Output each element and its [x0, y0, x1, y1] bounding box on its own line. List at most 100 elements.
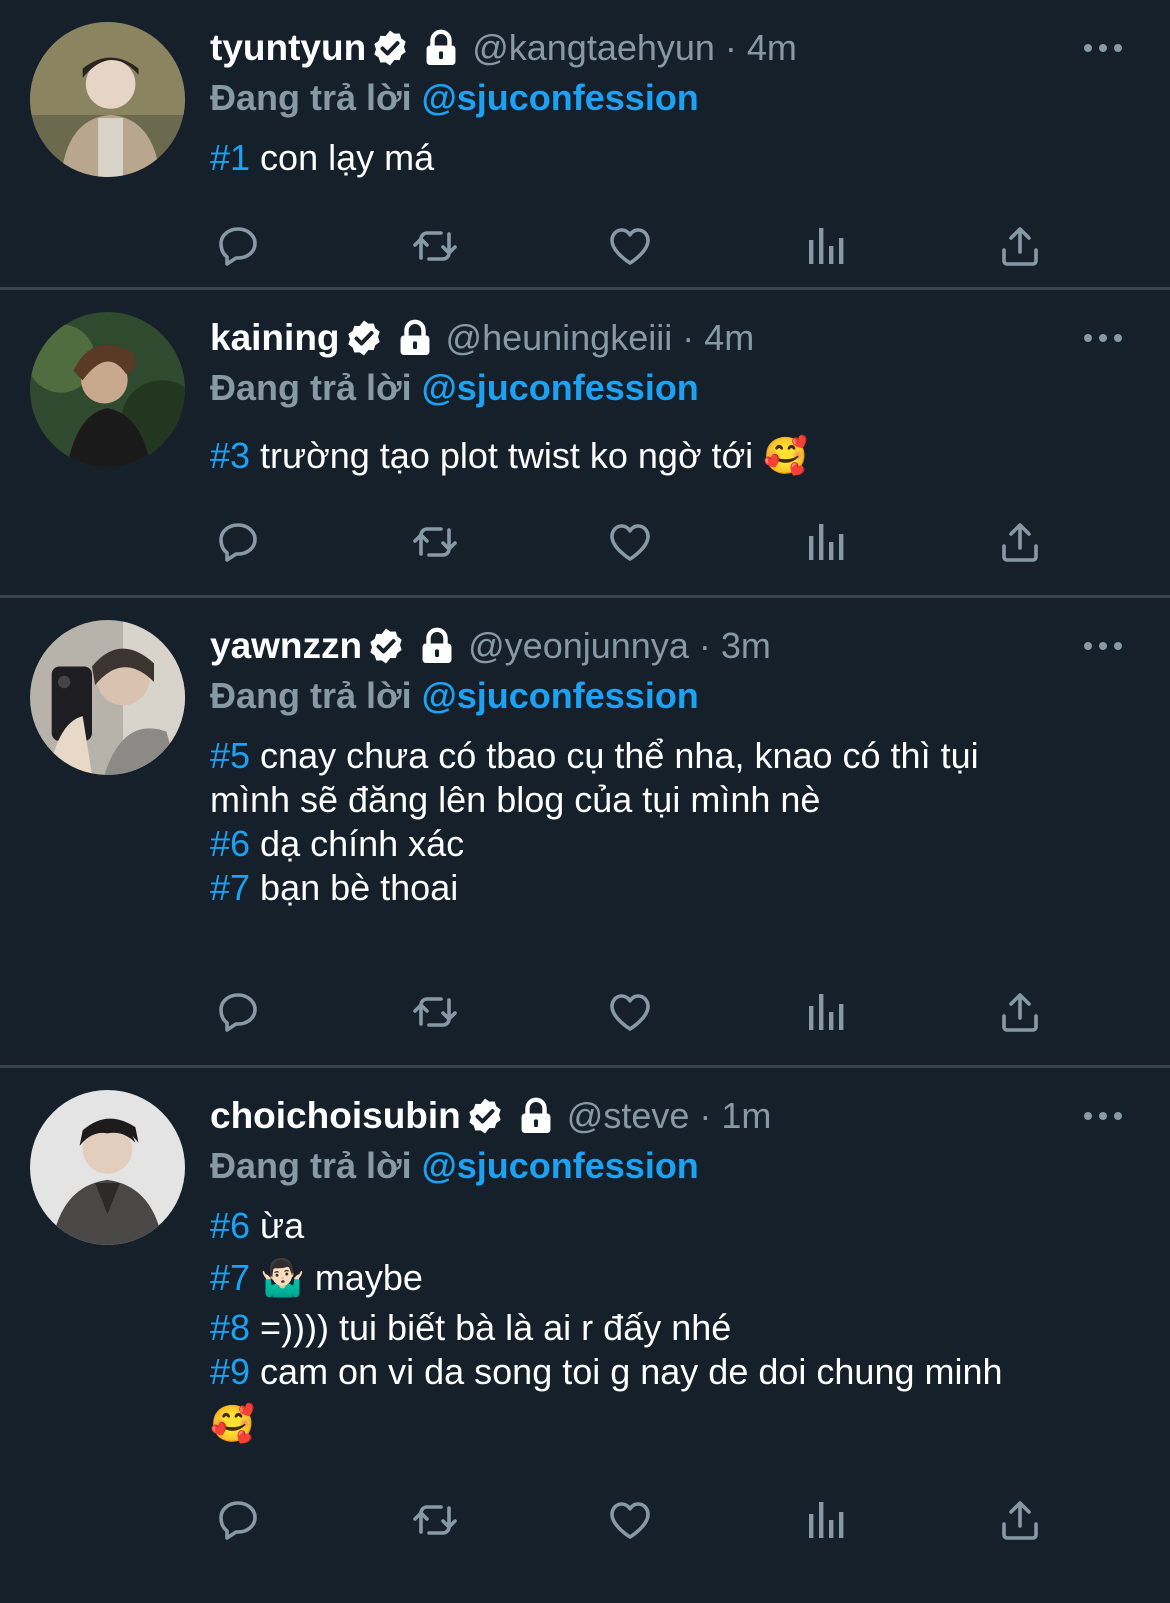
display-name[interactable]: choichoisubin — [210, 1095, 461, 1137]
more-button[interactable] — [1078, 1090, 1128, 1142]
line-text: =)))) tui biết bà là ai r đấy nhé — [250, 1307, 732, 1348]
verified-icon — [347, 320, 380, 356]
mention-link[interactable]: @sjuconfession — [422, 675, 699, 716]
mention-link[interactable]: @sjuconfession — [422, 1145, 699, 1186]
tweet-line: #5 cnay chưa có tbao cụ thể nha, knao có… — [210, 734, 1140, 778]
avatar[interactable] — [30, 620, 185, 775]
tweet-line: #1 con lạy má — [210, 136, 1140, 180]
like-icon — [610, 994, 650, 1031]
tweet-line: #3 trường tạo plot twist ko ngờ tới 🥰 — [210, 434, 1140, 478]
more-button[interactable] — [1078, 312, 1128, 364]
line-text: ừa — [250, 1205, 305, 1246]
retweet-icon — [413, 527, 457, 557]
tweet-text: #3 trường tạo plot twist ko ngờ tới 🥰 — [210, 434, 1140, 478]
tweet[interactable]: kaining @heuningkeiii · 4m Đang trả lời … — [0, 290, 1170, 598]
tweet-content: kaining @heuningkeiii · 4m Đang trả lời … — [210, 312, 1140, 478]
reply-button[interactable] — [210, 512, 270, 572]
tweet[interactable]: tyuntyun @kangtaehyun · 4m Đang trả lời … — [0, 0, 1170, 290]
line-text: trường tạo plot twist ko ngờ tới 🥰 — [250, 435, 808, 476]
share-button[interactable] — [990, 982, 1050, 1042]
like-button[interactable] — [600, 1490, 660, 1550]
timestamp[interactable]: · 1m — [699, 1095, 771, 1137]
retweet-button[interactable] — [405, 982, 465, 1042]
like-button[interactable] — [600, 982, 660, 1042]
avatar[interactable] — [30, 1090, 185, 1245]
like-icon — [610, 524, 650, 561]
more-icon — [1084, 1112, 1122, 1120]
hashtag-number: #5 — [210, 735, 251, 776]
replying-to: Đang trả lời @sjuconfession — [210, 364, 1140, 412]
display-name[interactable]: tyuntyun — [210, 27, 366, 69]
handle[interactable]: @kangtaehyun — [472, 27, 715, 69]
handle[interactable]: @heuningkeiii — [446, 317, 673, 359]
share-button[interactable] — [990, 1490, 1050, 1550]
display-name[interactable]: yawnzzn — [210, 625, 362, 667]
tweet-text: #5 cnay chưa có tbao cụ thể nha, knao có… — [210, 734, 1140, 910]
line-text: bạn bè thoai — [250, 867, 459, 908]
tweet-header: tyuntyun @kangtaehyun · 4m — [210, 22, 1140, 74]
tweet-line: mình sẽ đăng lên blog của tụi mình nè — [210, 778, 1140, 822]
tweet-line: #7 bạn bè thoai — [210, 866, 1140, 910]
reply-button[interactable] — [210, 216, 270, 276]
more-icon — [1084, 44, 1122, 52]
retweet-button[interactable] — [405, 1490, 465, 1550]
tweet-content: tyuntyun @kangtaehyun · 4m Đang trả lời … — [210, 22, 1140, 180]
more-button[interactable] — [1078, 22, 1128, 74]
retweet-icon — [413, 997, 457, 1027]
hashtag-number: #6 — [210, 823, 251, 864]
tweet[interactable]: choichoisubin @steve · 1m Đang trả lời @… — [0, 1068, 1170, 1603]
analytics-button[interactable] — [795, 982, 855, 1042]
handle[interactable]: @steve — [567, 1095, 690, 1137]
replying-to: Đang trả lời @sjuconfession — [210, 672, 1140, 720]
hashtag-number: #8 — [210, 1307, 251, 1348]
handle[interactable]: @yeonjunnya — [468, 625, 689, 667]
display-name[interactable]: kaining — [210, 317, 340, 359]
hashtag-number: #7 — [210, 1257, 251, 1298]
mention-link[interactable]: @sjuconfession — [422, 77, 699, 118]
tweet[interactable]: yawnzzn @yeonjunnya · 3m Đang trả lời @s… — [0, 598, 1170, 1068]
like-icon — [610, 1502, 650, 1539]
avatar[interactable] — [30, 312, 185, 467]
line-text: 🤷🏻‍♂️ maybe — [250, 1257, 423, 1298]
retweet-button[interactable] — [405, 216, 465, 276]
tweet-text: #6 ừa #7 🤷🏻‍♂️ maybe #8 =)))) tui biết b… — [210, 1204, 1140, 1446]
retweet-button[interactable] — [405, 512, 465, 572]
tweet-line: #6 ừa — [210, 1204, 1140, 1248]
line-text: 🥰 — [210, 1403, 255, 1444]
analytics-button[interactable] — [795, 216, 855, 276]
more-button[interactable] — [1078, 620, 1128, 672]
retweet-icon — [413, 1505, 457, 1535]
replying-to-label: Đang trả lời — [210, 367, 412, 408]
mention-link[interactable]: @sjuconfession — [422, 367, 699, 408]
lock-icon — [422, 627, 452, 663]
analytics-button[interactable] — [795, 1490, 855, 1550]
reply-button[interactable] — [210, 982, 270, 1042]
reply-icon — [219, 1501, 257, 1540]
line-text: cnay chưa có tbao cụ thể nha, knao có th… — [250, 735, 979, 776]
timestamp[interactable]: · 4m — [725, 27, 797, 69]
hashtag-number: #6 — [210, 1205, 251, 1246]
analytics-icon — [809, 994, 844, 1030]
timestamp[interactable]: · 3m — [699, 625, 771, 667]
tweet-header: kaining @heuningkeiii · 4m — [210, 312, 1140, 364]
tweet-line: #7 🤷🏻‍♂️ maybe — [210, 1256, 1140, 1300]
analytics-button[interactable] — [795, 512, 855, 572]
timestamp[interactable]: · 4m — [682, 317, 754, 359]
share-button[interactable] — [990, 512, 1050, 572]
tweet-actions — [210, 1490, 1050, 1550]
line-text: cam on vi da song toi g nay de doi chung… — [250, 1351, 1003, 1392]
lock-icon — [400, 319, 429, 355]
share-button[interactable] — [990, 216, 1050, 276]
reply-button[interactable] — [210, 1490, 270, 1550]
analytics-icon — [809, 228, 844, 264]
avatar[interactable] — [30, 22, 185, 177]
tweet-header: choichoisubin @steve · 1m — [210, 1090, 1140, 1142]
like-button[interactable] — [600, 512, 660, 572]
hashtag-number: #9 — [210, 1351, 251, 1392]
like-icon — [610, 228, 650, 265]
line-text: dạ chính xác — [250, 823, 465, 864]
reply-icon — [219, 227, 257, 266]
hashtag-number: #3 — [210, 435, 251, 476]
line-text: con lạy má — [250, 137, 435, 178]
like-button[interactable] — [600, 216, 660, 276]
